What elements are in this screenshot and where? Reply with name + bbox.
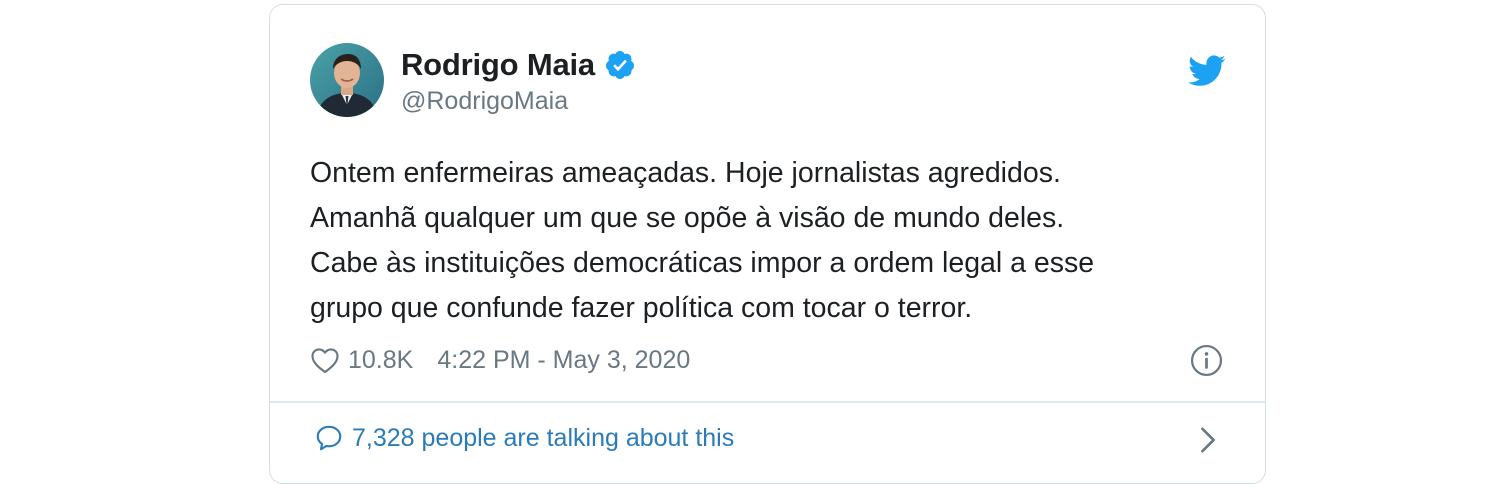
avatar[interactable] [310,43,384,117]
verified-badge-icon [604,49,636,81]
like-count[interactable]: 10.8K [348,346,413,375]
author-handle[interactable]: @RodrigoMaia [401,87,568,116]
tweet-line: Amanhã qualquer um que se opõe à visão d… [310,202,1065,234]
divider [270,401,1265,403]
author-name-row[interactable]: Rodrigo Maia [401,47,636,83]
twitter-bird-icon[interactable] [1188,55,1226,87]
tweet-timestamp[interactable]: 4:22 PM - May 3, 2020 [437,346,690,375]
tweet-meta-row: 10.8K 4:22 PM - May 3, 2020 [310,341,690,379]
conversation-link[interactable]: 7,328 people are talking about this [314,420,734,456]
info-icon[interactable] [1190,344,1223,377]
tweet-line: Ontem enfermeiras ameaçadas. Hoje jornal… [310,157,1061,189]
chevron-right-icon[interactable] [1198,426,1218,454]
conversation-label[interactable]: 7,328 people are talking about this [352,424,734,453]
tweet-text: Ontem enfermeiras ameaçadas. Hoje jornal… [310,151,1210,331]
heart-icon[interactable] [310,346,340,374]
speech-bubble-icon [314,423,344,453]
author-name[interactable]: Rodrigo Maia [401,47,595,83]
tweet-line: Cabe às instituições democráticas impor … [310,247,1095,279]
tweet-line: grupo que confunde fazer política com to… [310,292,973,324]
tweet-card: Rodrigo Maia @RodrigoMaia Ontem enfermei… [269,4,1266,484]
